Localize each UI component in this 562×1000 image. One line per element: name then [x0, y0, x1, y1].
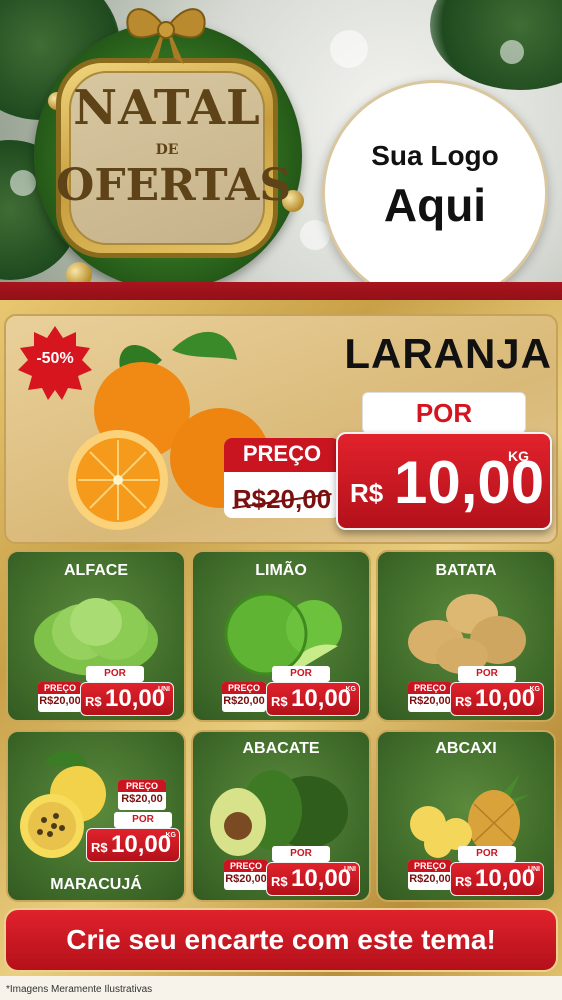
price-tag: R$ 10,00 UNI	[266, 862, 360, 896]
price-unit: KG	[508, 448, 529, 464]
flyer: NATAL DE OFERTAS Sua Logo Aqui -50% LARA…	[0, 0, 562, 1000]
old-price-tag: PREÇO R$20,00	[118, 780, 166, 810]
bokeh-light	[330, 30, 368, 68]
discount-badge: -50%	[36, 350, 74, 367]
old-price: R$20,00	[39, 695, 81, 707]
product-name: ABACATE	[242, 740, 320, 757]
preco-label: PREÇO	[38, 682, 82, 694]
preco-label: PREÇO	[224, 860, 268, 872]
avocado-icon	[210, 770, 348, 856]
preco-label: PREÇO	[242, 441, 322, 466]
old-price: R$20,00	[223, 695, 265, 707]
old-price: R$20,00	[225, 873, 267, 885]
price-currency: R$	[455, 874, 472, 889]
preco-label: PREÇO	[222, 682, 266, 694]
product-name: ABCAXI	[435, 740, 497, 757]
price-currency: R$	[91, 840, 108, 855]
old-price: R$20,00	[121, 793, 163, 805]
price-value: 10,00	[291, 685, 352, 712]
price-currency: R$	[455, 694, 472, 709]
lime-icon	[224, 592, 342, 676]
old-price: R$20,00	[409, 695, 451, 707]
price-tag: R$ 10,00 KG	[266, 682, 360, 716]
por-label: POR	[415, 398, 473, 428]
bokeh-light	[10, 170, 36, 196]
price-currency: R$	[271, 694, 288, 709]
old-price-tag: PREÇO R$20,00	[222, 682, 266, 712]
preco-label: PREÇO	[118, 780, 166, 792]
por-label: POR	[86, 666, 144, 682]
old-price-tag: PREÇO R$20,00	[38, 682, 82, 712]
pine-branch	[430, 0, 562, 90]
price-value: 10,00	[111, 831, 172, 858]
price-unit: UNI	[527, 866, 540, 873]
price-unit: KG	[529, 686, 541, 693]
preco-label: PREÇO	[408, 682, 452, 694]
preco-label: PREÇO	[408, 860, 452, 872]
por-label: POR	[458, 846, 516, 862]
cta-text: Crie seu encarte com este tema!	[66, 924, 496, 955]
price-tag: R$ 10,00 KG	[450, 682, 544, 716]
brand-ofertas: OFERTAS	[56, 160, 292, 211]
brand-de: DE	[155, 142, 179, 158]
featured-product-name: LARANJA	[344, 330, 552, 377]
potato-icon	[408, 594, 526, 674]
logo-text-line1: Sua Logo	[371, 140, 499, 171]
bow-icon	[126, 8, 206, 64]
por-label: POR	[272, 666, 330, 682]
price-currency: R$	[271, 874, 288, 889]
price-tag: R$ 10,00 KG	[86, 828, 180, 862]
price-unit: UNI	[343, 866, 356, 873]
price-value: 10,00	[475, 685, 536, 712]
old-price: R$20,00	[228, 484, 336, 515]
pineapple-icon	[410, 770, 530, 858]
product-name: ALFACE	[64, 562, 128, 579]
price-value: 10,00	[475, 865, 536, 892]
product-name: BATATA	[435, 562, 497, 579]
price-value: 10,00	[105, 685, 166, 712]
por-label: POR	[272, 846, 330, 862]
por-label: POR	[114, 812, 172, 828]
logo-text-line2: Aqui	[383, 179, 487, 231]
product-name: LIMÃO	[255, 562, 307, 579]
price-tag: R$ 10,00 UNI	[450, 862, 544, 896]
product-name: MARACUJÁ	[50, 876, 142, 893]
brand-natal: NATAL	[73, 80, 261, 136]
old-price: R$20,00	[409, 873, 451, 885]
price-value: 10,00	[291, 865, 352, 892]
disclaimer: *Imagens Meramente Ilustrativas	[6, 984, 153, 995]
lettuce-icon	[34, 598, 158, 676]
price-currency: R$	[350, 478, 384, 508]
price-unit: KG	[165, 832, 177, 839]
old-price-tag: PREÇO R$20,00	[408, 682, 452, 712]
price-unit: UNI	[157, 686, 170, 693]
price-currency: R$	[85, 694, 102, 709]
old-price-tag: PREÇO R$20,00	[408, 860, 452, 890]
por-label: POR	[458, 666, 516, 682]
bokeh-light	[500, 40, 524, 64]
price-tag: R$ 10,00 UNI	[80, 682, 174, 716]
old-price-tag: PREÇO R$20,00	[224, 860, 268, 890]
price-unit: KG	[345, 686, 357, 693]
